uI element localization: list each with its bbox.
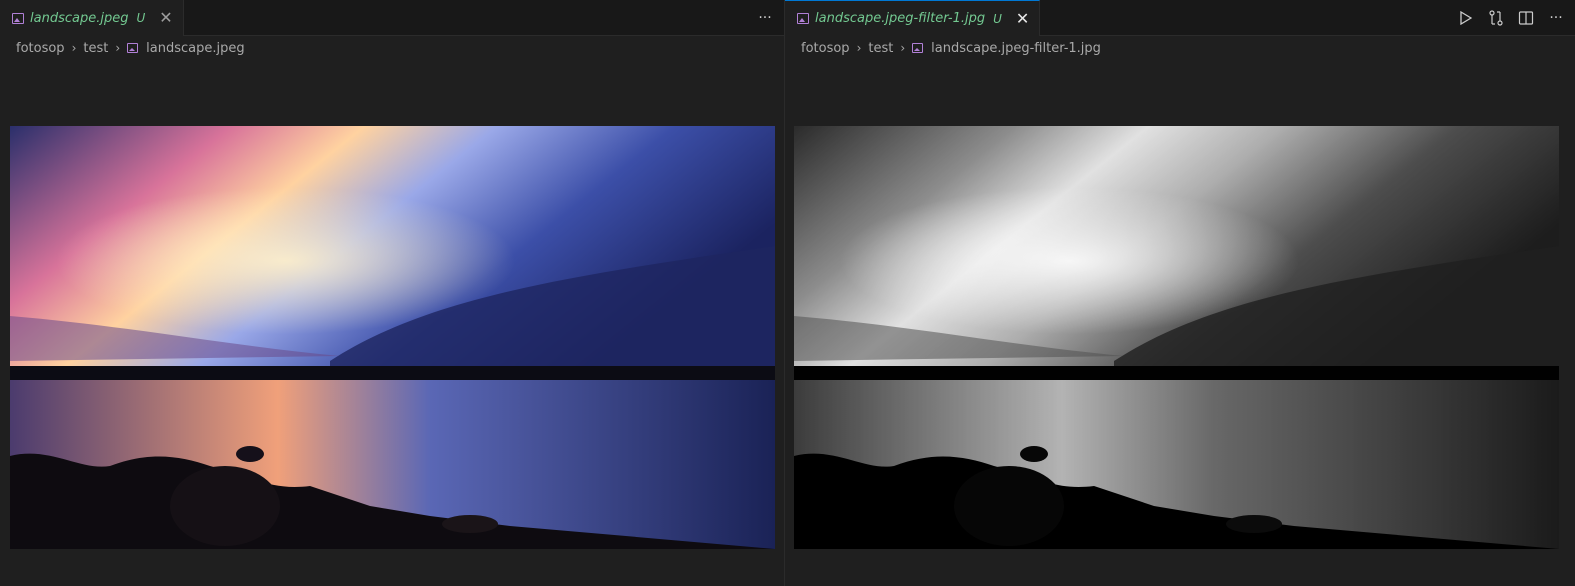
breadcrumb: fotosop › test › landscape.jpeg [0, 36, 784, 60]
chevron-right-icon: › [900, 41, 906, 55]
tab-label: landscape.jpeg-filter-1.jpg [815, 11, 986, 26]
breadcrumb: fotosop › test › landscape.jpeg-filter-1… [785, 36, 1575, 60]
close-icon[interactable]: ✕ [1016, 10, 1029, 27]
untracked-status: U [993, 11, 1002, 26]
breadcrumb-file[interactable]: landscape.jpeg-filter-1.jpg [931, 41, 1101, 56]
landscape-image [10, 126, 775, 549]
image-file-icon [12, 12, 24, 24]
image-preview [794, 126, 1559, 549]
more-actions-icon[interactable]: ··· [756, 9, 774, 27]
breadcrumb-folder[interactable]: fotosop [801, 41, 850, 56]
untracked-status: U [136, 11, 146, 25]
tab-bar: landscape.jpeg-filter-1.jpg U ✕ ··· [785, 0, 1575, 36]
editor-group-left: landscape.jpeg U ✕ ··· fotosop › test › … [0, 0, 784, 586]
chevron-right-icon: › [856, 41, 862, 55]
breadcrumb-folder[interactable]: test [83, 41, 108, 56]
compare-changes-icon[interactable] [1487, 9, 1505, 27]
breadcrumb-file[interactable]: landscape.jpeg [146, 41, 244, 56]
split-editor-icon[interactable] [1517, 9, 1535, 27]
close-icon[interactable]: ✕ [159, 10, 172, 26]
image-preview [10, 126, 775, 549]
breadcrumb-folder[interactable]: fotosop [16, 41, 65, 56]
tab-label: landscape.jpeg [30, 10, 129, 26]
editor-group-right: landscape.jpeg-filter-1.jpg U ✕ ··· foto… [784, 0, 1575, 586]
tab-landscape-filter[interactable]: landscape.jpeg-filter-1.jpg U ✕ [785, 0, 1041, 36]
tab-landscape-jpeg[interactable]: landscape.jpeg U ✕ [0, 0, 184, 36]
image-file-icon [797, 13, 809, 24]
tab-bar: landscape.jpeg U ✕ ··· [0, 0, 784, 36]
breadcrumb-folder[interactable]: test [868, 41, 893, 56]
tab-actions: ··· [1457, 0, 1565, 36]
chevron-right-icon: › [71, 41, 77, 55]
image-file-icon [912, 43, 924, 53]
landscape-filtered-image [794, 126, 1559, 549]
more-actions-icon[interactable]: ··· [1547, 9, 1565, 27]
image-file-icon [127, 43, 139, 53]
run-icon[interactable] [1457, 9, 1475, 27]
chevron-right-icon: › [115, 41, 121, 55]
tab-actions: ··· [756, 0, 774, 36]
editor-area: landscape.jpeg U ✕ ··· fotosop › test › … [0, 0, 1575, 586]
